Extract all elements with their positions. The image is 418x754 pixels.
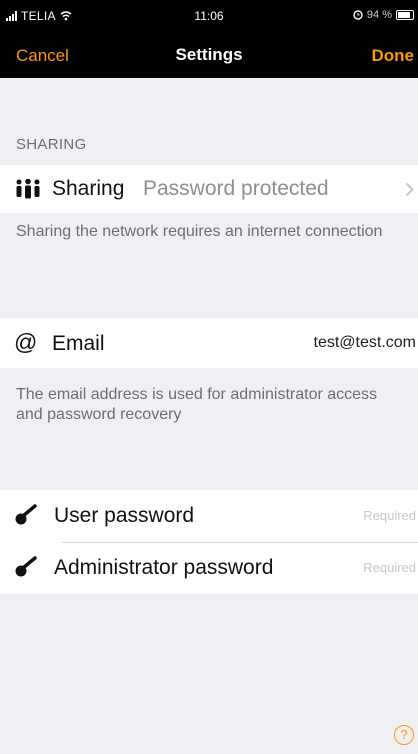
user-password-row[interactable]: User password Required [0,490,418,542]
battery-info: 94 % [353,9,414,21]
user-password-status: Required [363,508,416,523]
chevron-right-icon [405,182,414,197]
administrator-password-label: Administrator password [54,556,274,579]
password-group: User password Required Administrator pas… [0,490,418,594]
alarm-icon [353,10,363,20]
help-button[interactable]: ? [394,725,414,745]
email-row[interactable]: @ Email test@test.com [0,318,418,368]
at-sign-icon: @ [14,329,38,355]
battery-icon [396,10,414,20]
battery-percent: 94 % [366,9,392,21]
key-icon [15,556,37,577]
status-bar: TELIA 11:06 94 % [0,0,418,34]
done-button[interactable]: Done [372,46,415,66]
user-password-label: User password [54,504,195,527]
sharing-value: Password protected [143,177,329,200]
sharing-footer: Sharing the network requires an internet… [16,223,383,240]
page-title: Settings [175,45,243,64]
key-icon [15,504,37,525]
administrator-password-status: Required [363,560,416,575]
people-icon [16,178,40,199]
email-label: Email [52,332,105,355]
sharing-row[interactable]: Sharing Password protected [0,165,418,213]
administrator-password-row[interactable]: Administrator password Required [0,543,418,594]
email-footer: The email address is used for administra… [16,386,378,423]
email-value[interactable]: test@test.com [314,334,417,352]
navigation-bar: Cancel Settings Done [0,34,418,78]
sharing-label: Sharing [52,177,125,200]
sharing-section-header: SHARING [16,136,87,153]
